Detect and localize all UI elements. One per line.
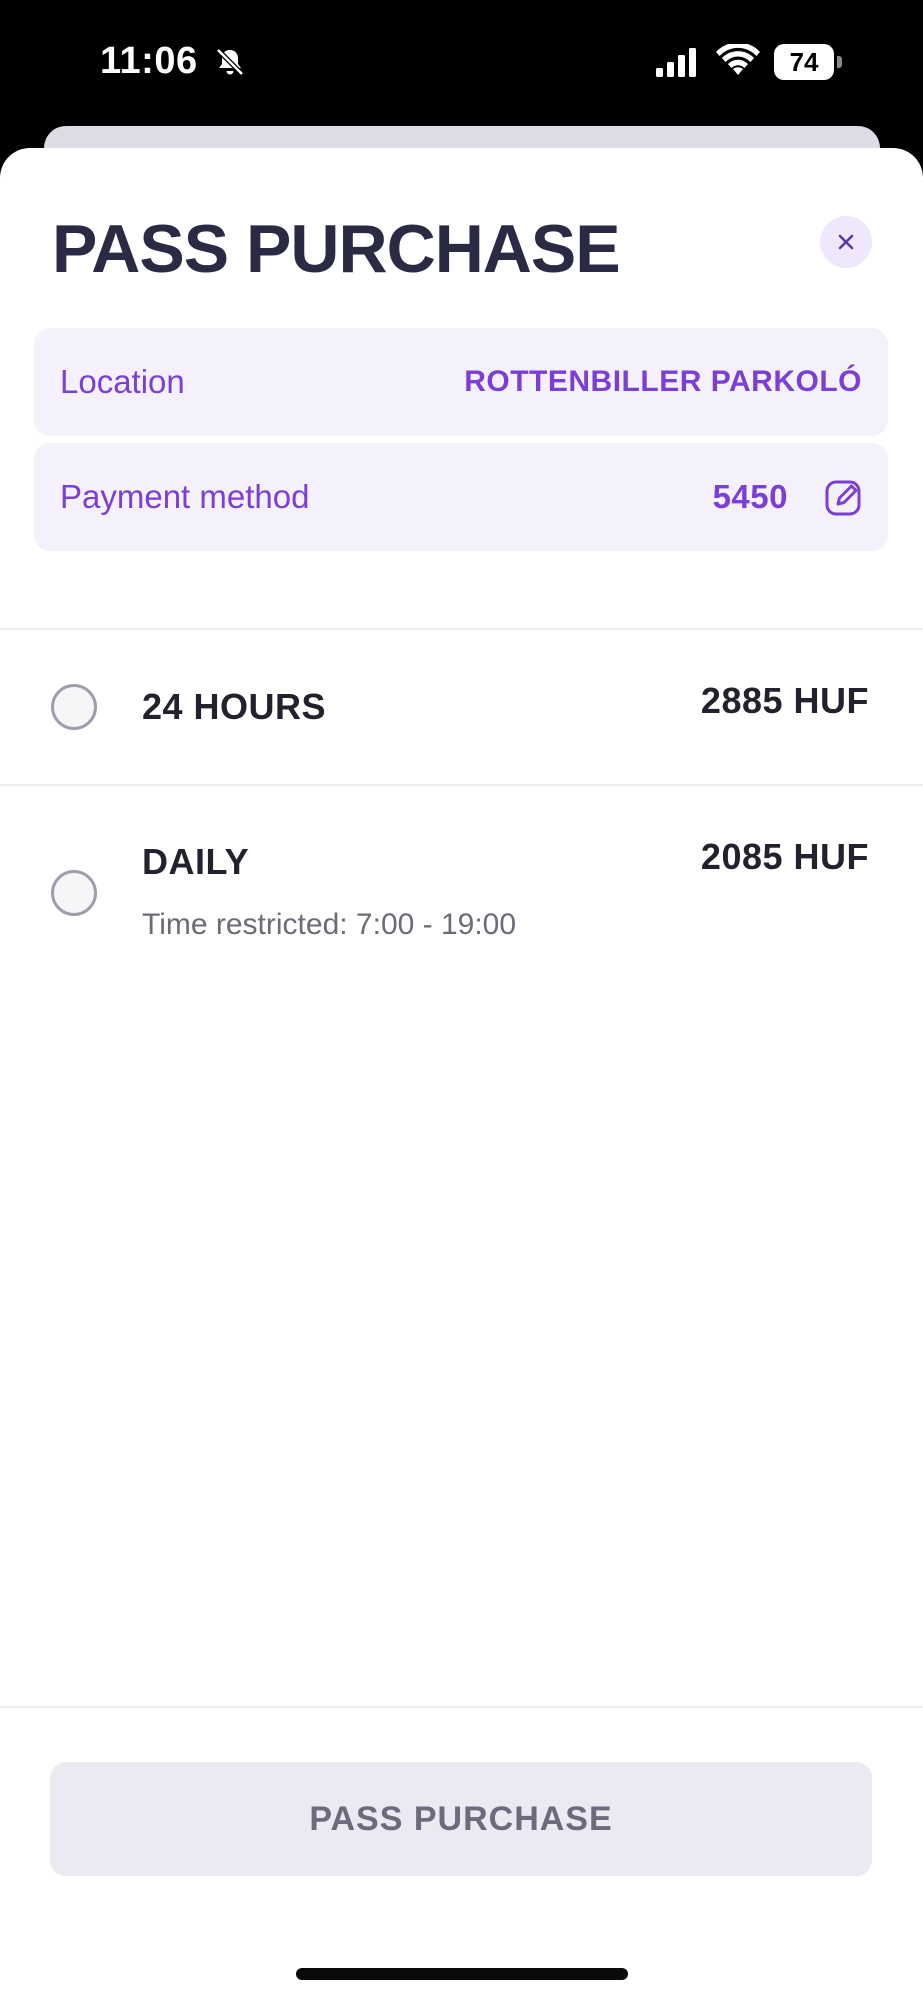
option-subtitle: Time restricted: 7:00 - 19:00 (142, 908, 517, 941)
close-button[interactable] (820, 216, 872, 268)
wifi-icon (716, 44, 760, 75)
payment-method-row[interactable]: Payment method 5450 (34, 443, 888, 551)
pass-purchase-sheet: PASS PURCHASE Location ROTTENBILLER PARK… (0, 148, 923, 2000)
location-value: ROTTENBILLER PARKOLÓ (464, 365, 862, 398)
status-bar: 11:06 74 (0, 0, 923, 125)
home-indicator (296, 1968, 628, 1980)
bell-off-icon (216, 48, 244, 76)
battery-cap (837, 56, 842, 68)
page-title: PASS PURCHASE (52, 211, 621, 287)
radio-daily[interactable] (51, 870, 97, 916)
status-time: 11:06 (100, 40, 198, 82)
pass-purchase-button[interactable]: PASS PURCHASE (50, 1762, 872, 1876)
option-price: 2085 HUF (700, 836, 869, 877)
option-name: 24 HOURS (142, 686, 327, 727)
close-icon (838, 234, 854, 250)
cellular-signal-icon (656, 48, 696, 77)
option-price: 2885 HUF (700, 680, 869, 721)
payment-method-label: Payment method (60, 478, 310, 515)
option-daily[interactable]: DAILY 2085 HUF Time restricted: 7:00 - 1… (0, 786, 923, 956)
location-row: Location ROTTENBILLER PARKOLÓ (34, 328, 888, 436)
location-label: Location (60, 363, 185, 400)
edit-icon[interactable] (824, 477, 864, 517)
option-24-hours[interactable]: 24 HOURS 2885 HUF (0, 630, 923, 784)
payment-method-value: 5450 (712, 478, 788, 515)
footer-divider (0, 1706, 923, 1708)
option-name: DAILY (142, 841, 250, 882)
battery-level: 74 (774, 44, 834, 80)
battery-icon: 74 (774, 44, 842, 80)
radio-24-hours[interactable] (51, 684, 97, 730)
